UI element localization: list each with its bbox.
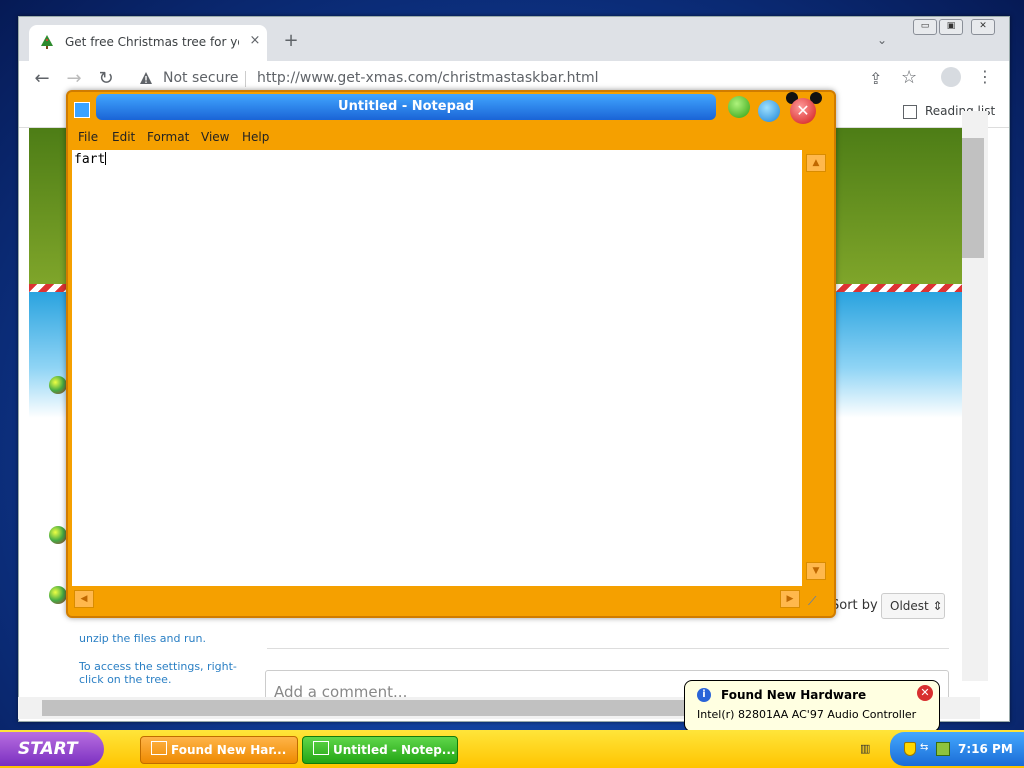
warning-icon[interactable] xyxy=(139,71,153,85)
notepad-maximize-button[interactable] xyxy=(758,100,780,122)
notepad-text-area[interactable]: fart xyxy=(72,150,802,586)
scroll-right-icon[interactable]: ▶ xyxy=(780,590,800,608)
tab-christmas[interactable]: Get free Christmas tree for your taskbar… xyxy=(29,25,267,61)
tab-close-icon[interactable]: × xyxy=(247,33,263,49)
notepad-content[interactable]: fart xyxy=(74,152,107,167)
notification-text: Intel(r) 82801AA AC'97 Audio Controller xyxy=(697,708,917,721)
reading-list-icon xyxy=(903,105,917,119)
tree-icon xyxy=(41,35,53,49)
system-tray: ⇆ 7:16 PM xyxy=(890,732,1024,766)
notepad-minimize-button[interactable] xyxy=(728,96,750,118)
maximize-button[interactable]: ▣ xyxy=(939,19,963,35)
page-vertical-scroll-thumb[interactable] xyxy=(962,138,984,258)
start-button[interactable]: START xyxy=(0,732,104,766)
notepad-close-button[interactable]: ✕ xyxy=(790,98,816,124)
tab-search-icon[interactable]: ⌄ xyxy=(877,33,893,49)
notepad-title: Untitled - Notepad xyxy=(338,99,474,114)
notepad-icon xyxy=(313,741,329,755)
task-label: Found New Har... xyxy=(171,743,287,757)
menu-view[interactable]: View xyxy=(201,130,229,144)
network-icon[interactable]: ⇆ xyxy=(920,742,930,754)
menu-help[interactable]: Help xyxy=(242,130,269,144)
address-bar[interactable]: Not secure http://www.get-xmas.com/chris… xyxy=(131,65,979,93)
reading-list-button[interactable]: Reading list xyxy=(903,103,1003,121)
url-text[interactable]: http://www.get-xmas.com/christmastaskbar… xyxy=(257,70,599,86)
menu-icon[interactable]: ⋮ xyxy=(977,67,993,86)
task-found-new-hardware[interactable]: Found New Har... xyxy=(140,736,298,764)
text-caret xyxy=(105,152,107,165)
task-notepad[interactable]: Untitled - Notep... xyxy=(302,736,458,764)
reload-icon[interactable]: ↻ xyxy=(95,69,117,89)
menu-format[interactable]: Format xyxy=(147,130,189,144)
scroll-down-icon[interactable]: ▼ xyxy=(806,562,826,580)
notification-close-icon[interactable]: ✕ xyxy=(917,685,933,701)
menu-edit[interactable]: Edit xyxy=(112,130,135,144)
keyboard-icon[interactable]: ▥ xyxy=(860,742,874,755)
hardware-notification[interactable]: i Found New Hardware ✕ Intel(r) 82801AA … xyxy=(684,680,940,732)
share-icon[interactable]: ⇪ xyxy=(869,69,882,88)
notepad-app-icon[interactable] xyxy=(74,102,90,118)
info-icon: i xyxy=(697,688,711,702)
profile-avatar[interactable] xyxy=(941,67,961,87)
security-shield-icon[interactable] xyxy=(904,742,916,756)
minimize-button[interactable]: ▭ xyxy=(913,19,937,35)
tab-strip: Get free Christmas tree for your taskbar… xyxy=(19,17,1009,61)
clock[interactable]: 7:16 PM xyxy=(958,742,1013,756)
instructions-settings: To access the settings, right-click on t… xyxy=(79,660,237,686)
sort-select[interactable]: Oldest ⇕ xyxy=(881,593,945,619)
instructions-unzip: unzip the files and run. xyxy=(79,632,206,645)
ornament-icon xyxy=(49,376,67,394)
comment-placeholder: Add a comment... xyxy=(274,683,408,698)
menu-file[interactable]: File xyxy=(78,130,98,144)
security-label[interactable]: Not secure xyxy=(163,70,239,86)
sort-by-label: Sort by xyxy=(831,598,878,613)
scroll-up-icon[interactable]: ▲ xyxy=(806,154,826,172)
ornament-icon xyxy=(49,526,67,544)
close-window-button[interactable]: ✕ xyxy=(971,19,995,35)
ornament-icon xyxy=(49,586,67,604)
back-icon[interactable]: ← xyxy=(31,69,53,89)
hardware-icon[interactable] xyxy=(936,742,950,756)
divider xyxy=(245,71,246,87)
notification-title: Found New Hardware xyxy=(721,688,867,702)
tab-title: Get free Christmas tree for your taskbar xyxy=(65,35,239,49)
page-horizontal-scroll-thumb[interactable] xyxy=(42,700,702,716)
notepad-titlebar[interactable]: Untitled - Notepad xyxy=(96,94,716,120)
resize-grip-icon[interactable]: ⟋ xyxy=(808,594,824,608)
comments-divider xyxy=(267,648,949,649)
task-label: Untitled - Notep... xyxy=(333,743,456,757)
notepad-content-text: fart xyxy=(74,152,106,167)
notepad-window: Untitled - Notepad ✕ File Edit Format Vi… xyxy=(66,90,836,618)
notepad-vertical-scrollbar[interactable]: ▲ ▼ xyxy=(802,150,828,586)
window-icon xyxy=(151,741,167,755)
bookmark-star-icon[interactable]: ☆ xyxy=(901,67,917,88)
notepad-horizontal-scrollbar[interactable]: ◀ ▶ xyxy=(72,588,802,610)
notepad-menubar: File Edit Format View Help xyxy=(72,128,830,148)
new-tab-button[interactable]: + xyxy=(281,31,301,51)
forward-icon[interactable]: → xyxy=(63,69,85,89)
scroll-left-icon[interactable]: ◀ xyxy=(74,590,94,608)
